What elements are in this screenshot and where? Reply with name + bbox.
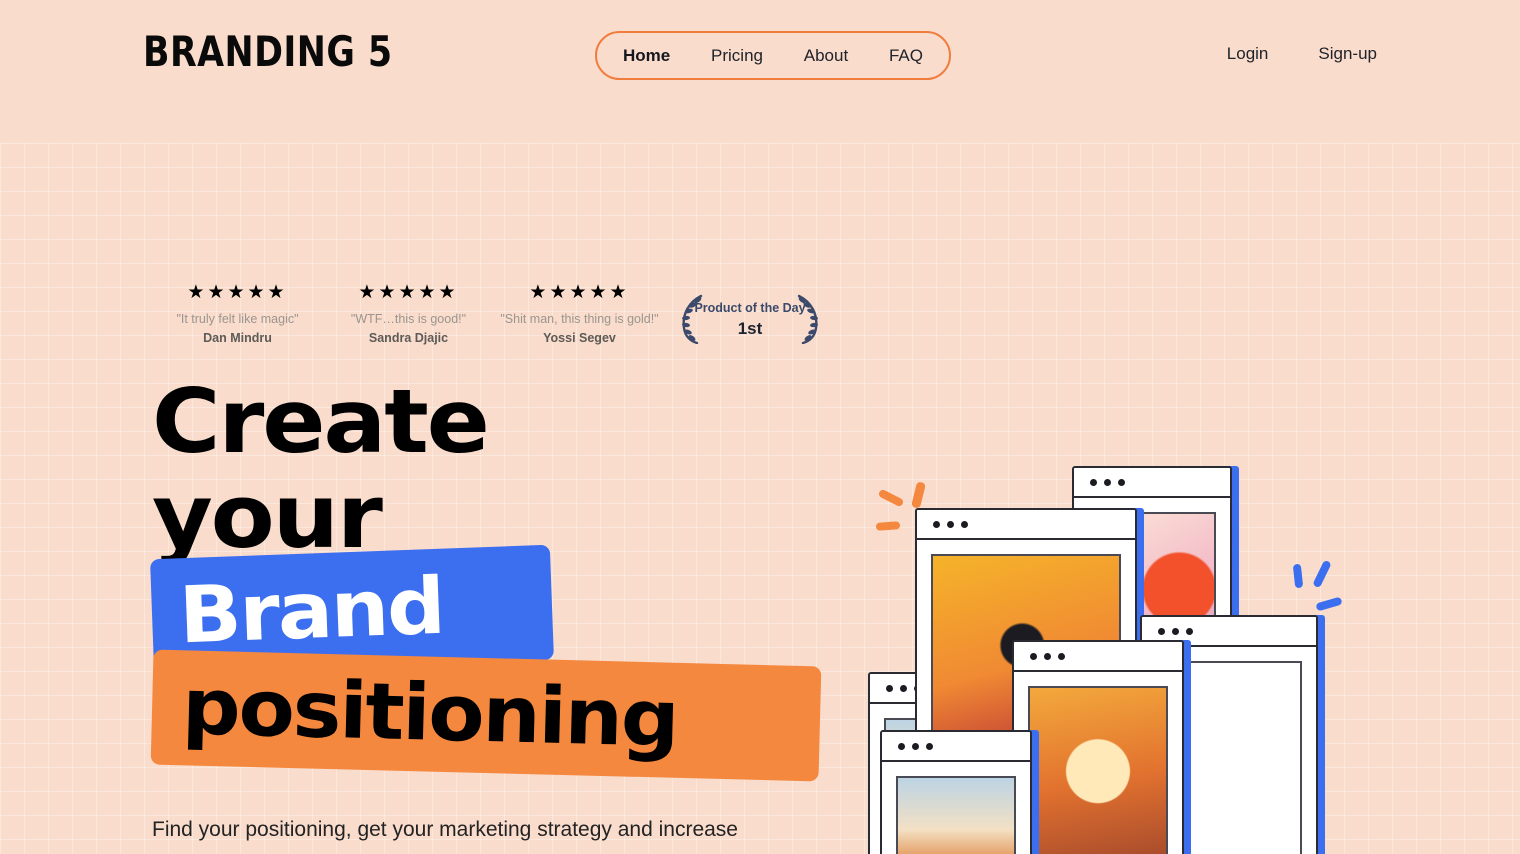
window-titlebar: [917, 510, 1135, 540]
window-titlebar: [882, 732, 1030, 762]
hero-highlight-positioning-text: positioning: [180, 662, 679, 765]
hero-highlight-brand-text: Brand: [177, 561, 446, 662]
hero-section: Create your Brand positioning Find your …: [150, 377, 852, 841]
nav-item-about[interactable]: About: [804, 46, 848, 66]
window-dot-icon: [961, 520, 968, 528]
brand-logo[interactable]: BRANDING 5: [143, 31, 393, 73]
window-dot-icon: [898, 742, 905, 750]
artwork-thumbnail: [1028, 686, 1168, 854]
login-link[interactable]: Login: [1227, 44, 1269, 64]
testimonial-author: Sandra Djajic: [368, 330, 449, 345]
window-dot-icon: [912, 742, 919, 750]
testimonial-author: Dan Mindru: [203, 330, 272, 345]
hero-highlight-positioning: positioning: [150, 649, 822, 782]
testimonial-quote: "It truly felt like magic": [176, 312, 299, 326]
landing-page: BRANDING 5 Home Pricing About FAQ Login …: [0, 0, 1520, 854]
hero-illustration: [850, 440, 1410, 854]
primary-nav: Home Pricing About FAQ: [595, 31, 951, 80]
award-title: Product of the Day: [694, 301, 806, 316]
testimonial: ★★★★★ "It truly felt like magic" Dan Min…: [152, 283, 323, 345]
window-dot-icon: [1090, 478, 1097, 486]
window-body: [1014, 672, 1182, 854]
signup-link[interactable]: Sign-up: [1318, 44, 1377, 64]
browser-window-mockup: [880, 730, 1032, 854]
window-dot-icon: [1058, 652, 1065, 660]
artwork-thumbnail: [896, 776, 1016, 854]
window-dot-icon: [1186, 627, 1193, 635]
window-titlebar: [1014, 642, 1182, 672]
testimonial-quote: "WTF…this is good!": [350, 312, 467, 326]
window-dot-icon: [947, 520, 954, 528]
testimonial: ★★★★★ "WTF…this is good!" Sandra Djajic: [323, 283, 494, 345]
laurel-left-icon: [679, 294, 705, 349]
site-header: BRANDING 5 Home Pricing About FAQ Login …: [0, 0, 1520, 112]
nav-item-home[interactable]: Home: [623, 46, 670, 66]
browser-window-mockup: [1012, 640, 1184, 854]
award-rank: 1st: [737, 319, 763, 339]
window-dot-icon: [1104, 478, 1111, 486]
hero-headline-line1: Create: [152, 370, 490, 473]
testimonial: ★★★★★ "Shit man, this thing is gold!" Yo…: [494, 283, 665, 345]
window-dot-icon: [933, 520, 940, 528]
star-rating-icon: ★★★★★: [529, 282, 630, 303]
star-rating-icon: ★★★★★: [187, 282, 288, 303]
window-dot-icon: [1172, 627, 1179, 635]
window-dot-icon: [1030, 652, 1037, 660]
spark-blue-icon: [1288, 558, 1348, 618]
laurel-right-icon: [795, 294, 821, 349]
window-dot-icon: [1158, 627, 1165, 635]
window-dot-icon: [900, 684, 907, 692]
award-text: Product of the Day 1st: [694, 301, 806, 339]
window-dot-icon: [886, 684, 893, 692]
hero-subcopy: Find your positioning, get your marketin…: [152, 818, 738, 841]
window-body: [882, 762, 1030, 854]
testimonial-author: Yossi Segev: [543, 330, 616, 345]
star-rating-icon: ★★★★★: [358, 282, 459, 303]
product-of-the-day-badge: Product of the Day 1st: [675, 292, 825, 348]
window-titlebar: [1074, 468, 1230, 498]
auth-links: Login Sign-up: [1227, 44, 1377, 64]
window-dot-icon: [926, 742, 933, 750]
social-proof: ★★★★★ "It truly felt like magic" Dan Min…: [152, 283, 825, 348]
window-dot-icon: [1118, 478, 1125, 486]
nav-item-faq[interactable]: FAQ: [889, 46, 923, 66]
window-dot-icon: [1044, 652, 1051, 660]
testimonial-quote: "Shit man, this thing is gold!": [500, 312, 659, 326]
nav-item-pricing[interactable]: Pricing: [711, 46, 763, 66]
